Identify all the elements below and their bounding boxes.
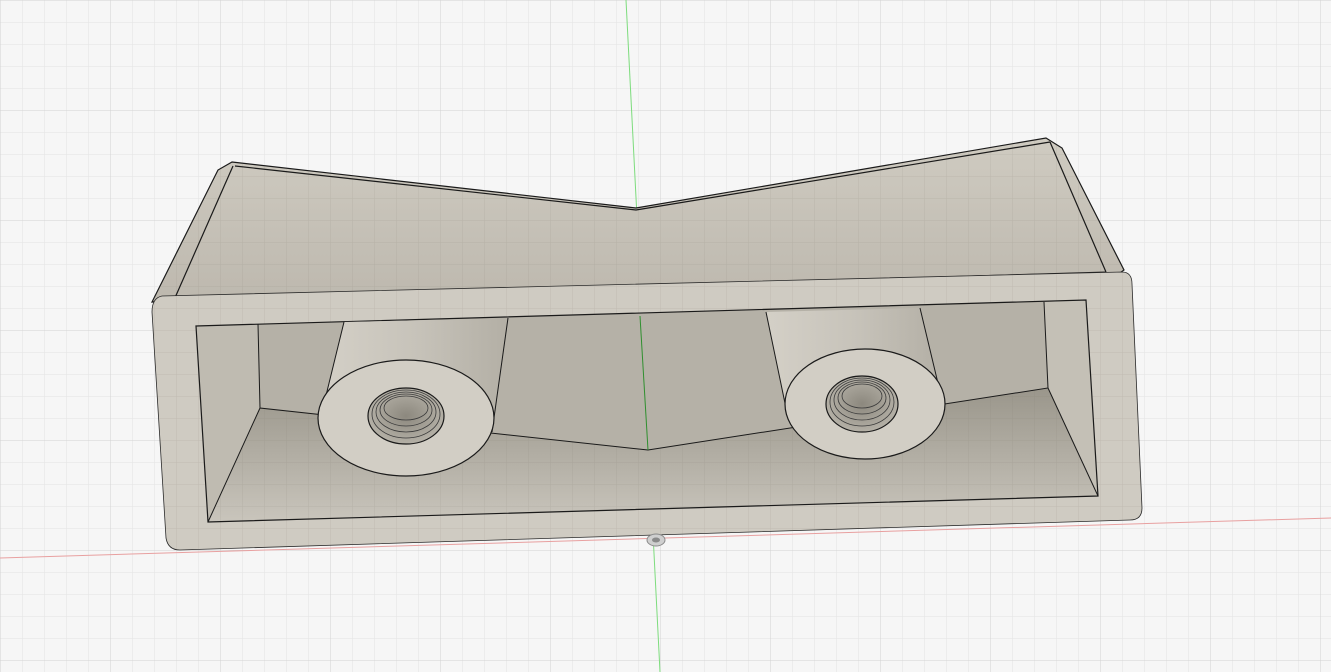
origin-marker-icon[interactable] [646,533,666,547]
3d-viewport-canvas[interactable] [0,0,1331,672]
scene-svg[interactable] [0,0,1331,672]
